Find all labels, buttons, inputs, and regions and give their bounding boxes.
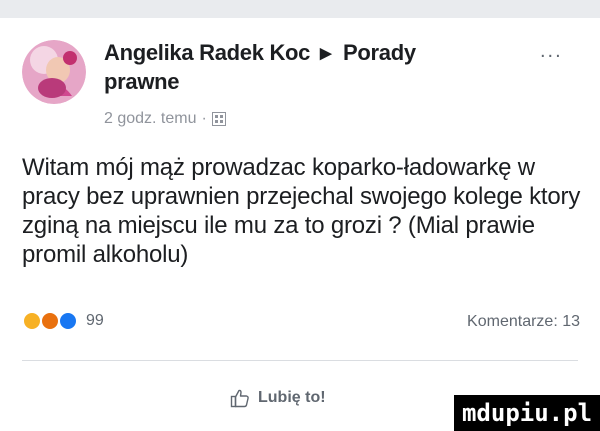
author-name[interactable]: Angelika Radek Koc xyxy=(104,40,310,65)
watermark: mdupiu.pl xyxy=(454,395,600,431)
comments-count[interactable]: Komentarze: 13 xyxy=(467,313,580,331)
angry-reaction-icon xyxy=(40,311,60,331)
privacy-icon[interactable] xyxy=(211,112,226,126)
wow-reaction-icon xyxy=(22,311,42,331)
avatar[interactable] xyxy=(22,40,86,104)
group-name[interactable]: Porady xyxy=(343,40,416,65)
like-reaction-icon xyxy=(58,311,78,331)
thumbs-up-icon xyxy=(230,389,249,408)
more-options-button[interactable]: ... xyxy=(540,40,563,63)
avatar-photo xyxy=(22,40,86,104)
separator-dot: · xyxy=(201,110,207,127)
like-button[interactable]: Lubię to! xyxy=(230,388,326,408)
group-name-continued[interactable]: prawne xyxy=(104,69,180,95)
post-body: Witam mój mąż prowadzac koparko-ładowark… xyxy=(22,154,581,268)
post-header: Angelika Radek Koc ▶ Porady xyxy=(104,40,416,67)
timestamp[interactable]: 2 godz. temu xyxy=(104,110,197,128)
reactions-summary[interactable]: 99 xyxy=(22,311,104,331)
like-label: Lubię to! xyxy=(258,389,326,406)
reaction-count: 99 xyxy=(86,312,104,329)
divider xyxy=(22,360,578,361)
post-meta: 2 godz. temu · xyxy=(104,110,226,128)
top-bar xyxy=(0,0,600,18)
share-arrow-icon: ▶ xyxy=(319,45,332,62)
